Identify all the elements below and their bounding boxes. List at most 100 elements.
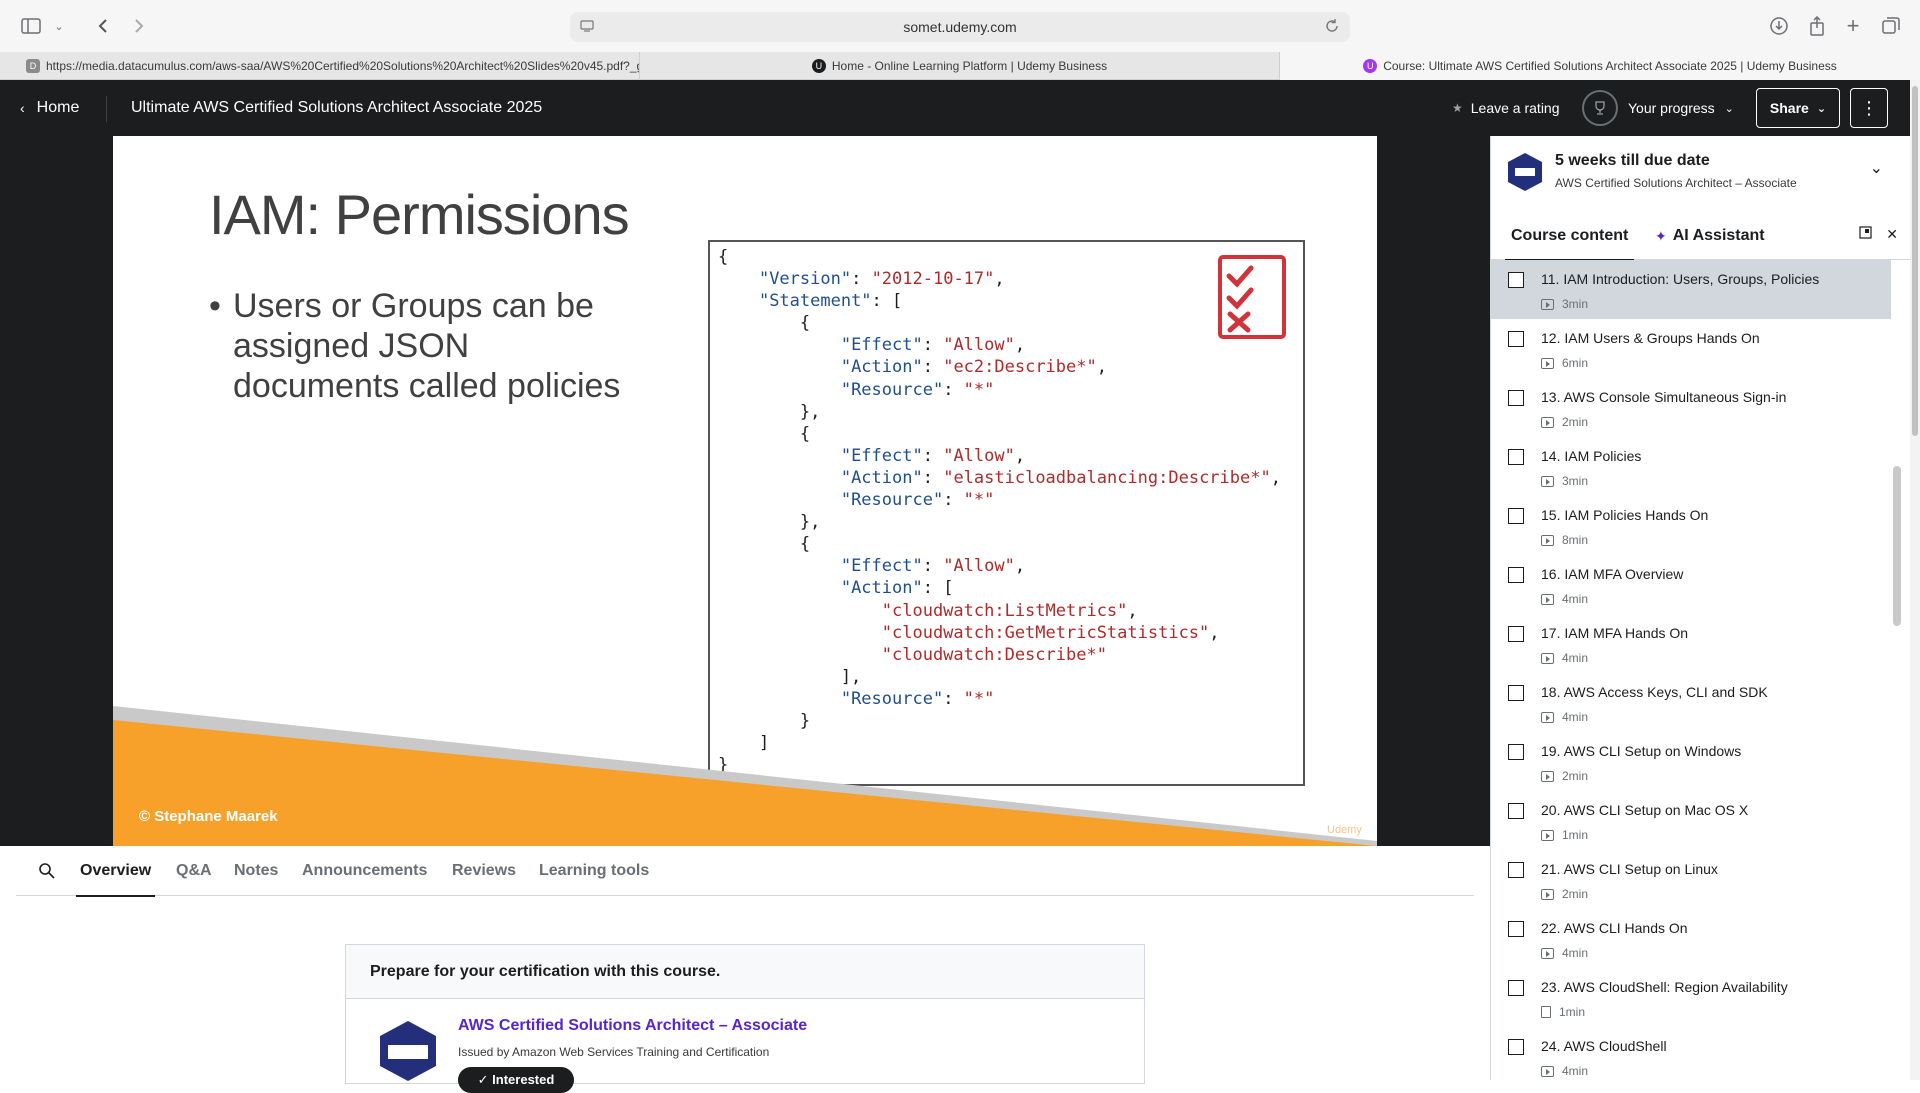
lecture-item[interactable]: 17. IAM MFA Hands On 4min — [1491, 614, 1891, 673]
video-player[interactable]: IAM: Permissions • Users or Groups can b… — [0, 136, 1490, 846]
tab-overview-icon[interactable] — [1878, 13, 1904, 39]
video-play-icon — [1541, 534, 1554, 546]
share-button[interactable]: Share ⌄ — [1756, 88, 1840, 128]
expand-panel-icon[interactable] — [1859, 226, 1872, 243]
back-icon[interactable] — [90, 13, 116, 39]
video-play-icon — [1541, 888, 1554, 900]
chevron-down-icon[interactable]: ⌄ — [1870, 158, 1883, 178]
lecture-checkbox[interactable] — [1508, 980, 1524, 996]
lecture-title: 12. IAM Users & Groups Hands On — [1541, 330, 1760, 346]
lecture-slide: IAM: Permissions • Users or Groups can b… — [113, 136, 1377, 846]
pdf-favicon-icon: D — [26, 59, 40, 73]
sidebar-toggle-icon[interactable] — [18, 13, 44, 39]
tab-qa[interactable]: Q&A — [176, 846, 212, 896]
lecture-checkbox[interactable] — [1508, 921, 1524, 937]
lecture-title: 13. AWS Console Simultaneous Sign-in — [1541, 389, 1787, 405]
download-icon[interactable] — [1766, 13, 1792, 39]
trophy-icon — [1582, 90, 1618, 126]
new-tab-icon[interactable]: + — [1840, 13, 1866, 39]
tab-notes[interactable]: Notes — [234, 846, 278, 896]
lecture-meta: 2min — [1541, 769, 1588, 783]
browser-tab-course[interactable]: U Course: Ultimate AWS Certified Solutio… — [1280, 52, 1920, 80]
video-play-icon — [1541, 416, 1554, 428]
lecture-checkbox[interactable] — [1508, 803, 1524, 819]
lecture-item[interactable]: 16. IAM MFA Overview 4min — [1491, 555, 1891, 614]
chevron-down-icon: ⌄ — [1816, 102, 1827, 115]
tab-course-content[interactable]: Course content — [1504, 212, 1635, 261]
lecture-meta: 4min — [1541, 710, 1588, 724]
share-icon[interactable] — [1804, 13, 1830, 39]
scrollbar-thumb[interactable] — [1912, 86, 1918, 436]
page-settings-icon[interactable] — [580, 19, 594, 33]
tab-ai-assistant[interactable]: ✦ AI Assistant — [1655, 212, 1765, 260]
lecture-checkbox[interactable] — [1508, 744, 1524, 760]
lecture-item[interactable]: 19. AWS CLI Setup on Windows 2min — [1491, 732, 1891, 791]
lecture-meta: 3min — [1541, 474, 1588, 488]
lecture-item[interactable]: 23. AWS CloudShell: Region Availability 1… — [1491, 968, 1891, 1027]
video-play-icon — [1541, 357, 1554, 369]
search-icon[interactable] — [38, 862, 56, 880]
tab-ai-assistant-label: AI Assistant — [1672, 227, 1765, 244]
lecture-item[interactable]: 22. AWS CLI Hands On 4min — [1491, 909, 1891, 968]
lecture-checkbox[interactable] — [1508, 331, 1524, 347]
more-options-icon[interactable]: ⋮ — [1850, 88, 1888, 128]
lecture-meta: 3min — [1541, 297, 1588, 311]
lecture-checkbox[interactable] — [1508, 567, 1524, 583]
tab-learning-tools[interactable]: Learning tools — [539, 846, 649, 896]
tab-overview[interactable]: Overview — [75, 846, 156, 897]
lecture-checkbox[interactable] — [1508, 1039, 1524, 1055]
lecture-checkbox[interactable] — [1508, 449, 1524, 465]
lecture-duration: 4min — [1562, 946, 1589, 960]
your-progress-button[interactable]: Your progress ⌄ — [1582, 80, 1734, 136]
lecture-duration: 4min — [1562, 1064, 1589, 1078]
chevron-down-icon[interactable]: ⌄ — [46, 13, 72, 39]
sidebar-scrollbar[interactable] — [1893, 466, 1901, 626]
lecture-item[interactable]: 12. IAM Users & Groups Hands On 6min — [1491, 319, 1891, 378]
leave-rating-button[interactable]: ★ Leave a rating — [1452, 80, 1560, 136]
browser-tab-pdf[interactable]: D https://media.datacumulus.com/aws-saa/… — [0, 52, 640, 80]
lecture-item[interactable]: 15. IAM Policies Hands On 8min — [1491, 496, 1891, 555]
due-date-card[interactable]: 5 weeks till due date AWS Certified Solu… — [1491, 136, 1911, 212]
policy-json-code: { "Version": "2012-10-17", "Statement": … — [718, 247, 1281, 776]
lecture-title: 22. AWS CLI Hands On — [1541, 920, 1688, 936]
lecture-item[interactable]: 18. AWS Access Keys, CLI and SDK 4min — [1491, 673, 1891, 732]
lecture-checkbox[interactable] — [1508, 272, 1524, 288]
lecture-item[interactable]: 13. AWS Console Simultaneous Sign-in 2min — [1491, 378, 1891, 437]
document-icon — [1541, 1006, 1551, 1018]
lecture-item[interactable]: 21. AWS CLI Setup on Linux 2min — [1491, 850, 1891, 909]
lecture-checkbox[interactable] — [1508, 862, 1524, 878]
udemy-watermark: Udemy — [1327, 824, 1362, 836]
address-text: somet.udemy.com — [903, 19, 1017, 35]
lecture-title: 11. IAM Introduction: Users, Groups, Pol… — [1541, 271, 1820, 287]
lecture-meta: 4min — [1541, 1064, 1588, 1078]
lecture-item[interactable]: 24. AWS CloudShell 4min — [1491, 1027, 1891, 1080]
lecture-checkbox[interactable] — [1508, 685, 1524, 701]
home-link[interactable]: ‹ Home — [20, 80, 79, 136]
lecture-item[interactable]: 20. AWS CLI Setup on Mac OS X 1min — [1491, 791, 1891, 850]
address-bar[interactable]: somet.udemy.com — [570, 12, 1350, 42]
slide-title: IAM: Permissions — [209, 183, 630, 246]
lecture-duration: 4min — [1562, 710, 1589, 724]
tab-announcements[interactable]: Announcements — [302, 846, 427, 896]
video-play-icon — [1541, 947, 1554, 959]
browser-tab-strip: D https://media.datacumulus.com/aws-saa/… — [0, 52, 1920, 80]
lecture-checkbox[interactable] — [1508, 508, 1524, 524]
browser-tab-home[interactable]: U Home - Online Learning Platform | Udem… — [640, 52, 1280, 80]
forward-icon[interactable] — [126, 13, 152, 39]
lecture-item[interactable]: 14. IAM Policies 3min — [1491, 437, 1891, 496]
certification-heading: Prepare for your certification with this… — [346, 945, 1144, 999]
video-play-icon — [1541, 1065, 1554, 1077]
lecture-item[interactable]: 11. IAM Introduction: Users, Groups, Pol… — [1491, 260, 1891, 319]
tab-reviews[interactable]: Reviews — [452, 846, 516, 896]
due-date-subtitle: AWS Certified Solutions Architect – Asso… — [1555, 176, 1797, 190]
close-icon[interactable]: ✕ — [1886, 226, 1898, 243]
certification-name-link[interactable]: AWS Certified Solutions Architect – Asso… — [458, 1017, 807, 1035]
lecture-duration: 2min — [1562, 887, 1589, 901]
lecture-checkbox[interactable] — [1508, 626, 1524, 642]
lecture-list: 11. IAM Introduction: Users, Groups, Pol… — [1491, 260, 1891, 1080]
video-play-icon — [1541, 475, 1554, 487]
page-scrollbar[interactable] — [1910, 80, 1920, 1080]
interested-button[interactable]: ✓ Interested — [458, 1067, 574, 1093]
lecture-checkbox[interactable] — [1508, 390, 1524, 406]
reload-icon[interactable] — [1324, 18, 1340, 34]
